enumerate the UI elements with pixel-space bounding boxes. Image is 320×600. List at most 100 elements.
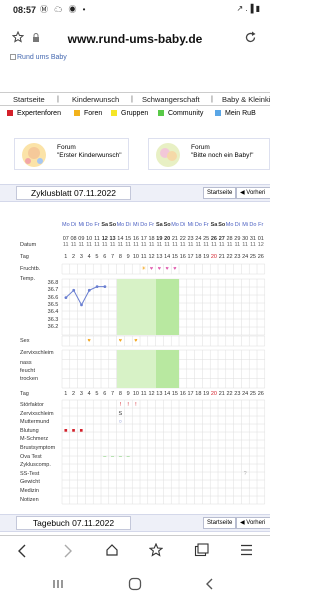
day-number-cell: 4 <box>87 254 91 260</box>
cycle-title: Zyklusblatt 07.11.2022 <box>16 186 131 200</box>
site-logo[interactable]: Rund ums Baby <box>10 54 67 61</box>
date-month-cell: 11 <box>164 242 170 248</box>
day-number-cell: 4 <box>87 391 91 397</box>
symptom-label: Notizen <box>20 496 39 503</box>
diary-previous-button[interactable]: ◀ Vorheri <box>236 517 270 529</box>
day-number-cell: 24 <box>242 254 249 260</box>
date-month-cell: 11 <box>125 242 131 248</box>
weekday-cell: Do <box>85 222 93 228</box>
row-label-temp: Temp. <box>20 276 35 282</box>
legend-mein-rub[interactable]: Mein RuB <box>215 110 256 117</box>
yellow-square-icon <box>111 110 117 117</box>
day-number-cell: 9 <box>126 254 130 260</box>
home-icon[interactable] <box>105 543 119 557</box>
day-number-cell: 13 <box>156 391 163 397</box>
recent-apps-icon[interactable] <box>52 578 64 590</box>
symptom-label: Muttermund <box>20 419 50 426</box>
legend-label: Expertenforen <box>17 110 61 117</box>
heart-icon: ♥ <box>165 266 169 272</box>
date-month-cell: 11 <box>109 242 116 248</box>
sun-icon: ☀ <box>141 266 147 272</box>
day-number-cell: 8 <box>118 391 122 397</box>
weekday-cell: Di <box>180 222 186 228</box>
date-month-cell: 11 <box>86 242 92 248</box>
bookmarks-icon[interactable] <box>149 543 163 557</box>
browser-url-bar: www.rund-ums-baby.de <box>0 22 270 56</box>
day-number-cell: 14 <box>164 391 171 397</box>
day-number-cell: 21 <box>218 391 225 397</box>
menu-icon[interactable] <box>240 544 253 556</box>
date-month-cell: 11 <box>234 242 241 248</box>
temp-scale-label: 36.2 <box>47 323 59 330</box>
alert-icon: ! <box>135 402 137 408</box>
legend-expertenforen[interactable]: Expertenforen <box>7 110 61 117</box>
day-number-cell: 20 <box>210 391 217 397</box>
orange-square-icon <box>74 110 80 117</box>
legend-gruppen[interactable]: Gruppen <box>111 110 148 117</box>
date-month-cell: 11 <box>226 242 233 248</box>
day-number-cell: 10 <box>132 254 139 260</box>
system-icons: ↗ .▐ ▮ <box>236 4 260 13</box>
startseite-button[interactable]: Startseite <box>203 187 237 199</box>
heart-icon: ♥ <box>157 266 161 272</box>
heart-icon: ♥ <box>118 338 122 344</box>
weekday-cell: Do <box>194 222 202 228</box>
reload-icon[interactable] <box>244 31 257 44</box>
date-month-cell: 11 <box>179 242 186 248</box>
baby-illustration-icon <box>22 143 46 167</box>
row-label-feucht: feucht <box>20 368 35 374</box>
bleeding-icon: ■ <box>79 427 83 434</box>
alert-icon: ! <box>119 402 122 408</box>
symptom-label: Brustsymptom <box>20 445 56 451</box>
day-number-cell: 7 <box>111 391 115 397</box>
circle-icon: ○ <box>118 419 122 426</box>
day-number-cell: 19 <box>203 391 210 397</box>
nav-kinderwunsch[interactable]: Kinderwunsch <box>72 95 119 104</box>
symptom-label: Zykluscomp. <box>20 462 51 469</box>
date-month-cell: 11 <box>172 242 178 248</box>
url-text[interactable]: www.rund-ums-baby.de <box>0 32 270 46</box>
forum-label: Forum <box>57 144 76 151</box>
forum-erster-kinderwunsch[interactable]: Forum "Erster Kinderwunsch" <box>14 138 129 170</box>
tabs-icon[interactable] <box>194 543 209 557</box>
forward-icon[interactable] <box>62 544 74 558</box>
ova-test-icon: – <box>126 453 130 460</box>
date-month-cell: 11 <box>211 242 217 248</box>
weekday-cell: Sa <box>101 222 109 228</box>
nav-separator: | <box>57 94 59 103</box>
weekday-cell: Mi <box>133 222 139 228</box>
date-month-cell: 11 <box>250 242 256 248</box>
home-button-icon[interactable] <box>128 577 142 591</box>
clock: 08:57 <box>13 5 37 15</box>
back-icon[interactable] <box>16 544 28 558</box>
nav-startseite[interactable]: Startseite <box>13 95 45 104</box>
nav-schwangerschaft[interactable]: Schwangerschaft <box>142 95 200 104</box>
nav-baby-kleinkind[interactable]: Baby & Kleinkin <box>222 95 270 104</box>
date-month-cell: 11 <box>242 242 248 248</box>
weekday-cell: Mo <box>116 222 125 228</box>
date-month-cell: 11 <box>70 242 77 248</box>
day-number-cell: 22 <box>226 391 233 397</box>
bleeding-icon: ■ <box>71 427 76 434</box>
day-number-cell: 24 <box>242 391 249 397</box>
row-label-datum: Datum <box>20 242 37 248</box>
date-month-cell: 11 <box>94 242 100 248</box>
forum-bitte-noch-ein-baby[interactable]: Forum "Bitte noch ein Baby!" <box>148 138 270 170</box>
previous-button[interactable]: ◀ Vorheri <box>236 187 270 199</box>
day-number-cell: 11 <box>140 391 147 397</box>
day-number-cell: 20 <box>210 254 217 260</box>
day-number-cell: 19 <box>203 254 210 260</box>
legend-foren[interactable]: Foren <box>74 110 102 117</box>
ova-test-icon: – <box>111 453 115 460</box>
day-number-cell: 2 <box>72 391 76 397</box>
legend-label: Mein RuB <box>225 110 256 117</box>
system-back-icon[interactable] <box>205 578 215 590</box>
day-number-cell: 26 <box>257 391 264 397</box>
status-bar: 08:57 Ⓜ ☁ ◉ • ↗ .▐ ▮ <box>0 0 270 20</box>
weekday-cell: Di <box>125 222 131 228</box>
day-number-cell: 23 <box>234 391 241 397</box>
legend-community[interactable]: Community <box>158 110 203 117</box>
weekday-cell: Mo <box>62 222 70 228</box>
diary-startseite-button[interactable]: Startseite <box>203 517 237 529</box>
day-number-cell: 16 <box>179 391 186 397</box>
